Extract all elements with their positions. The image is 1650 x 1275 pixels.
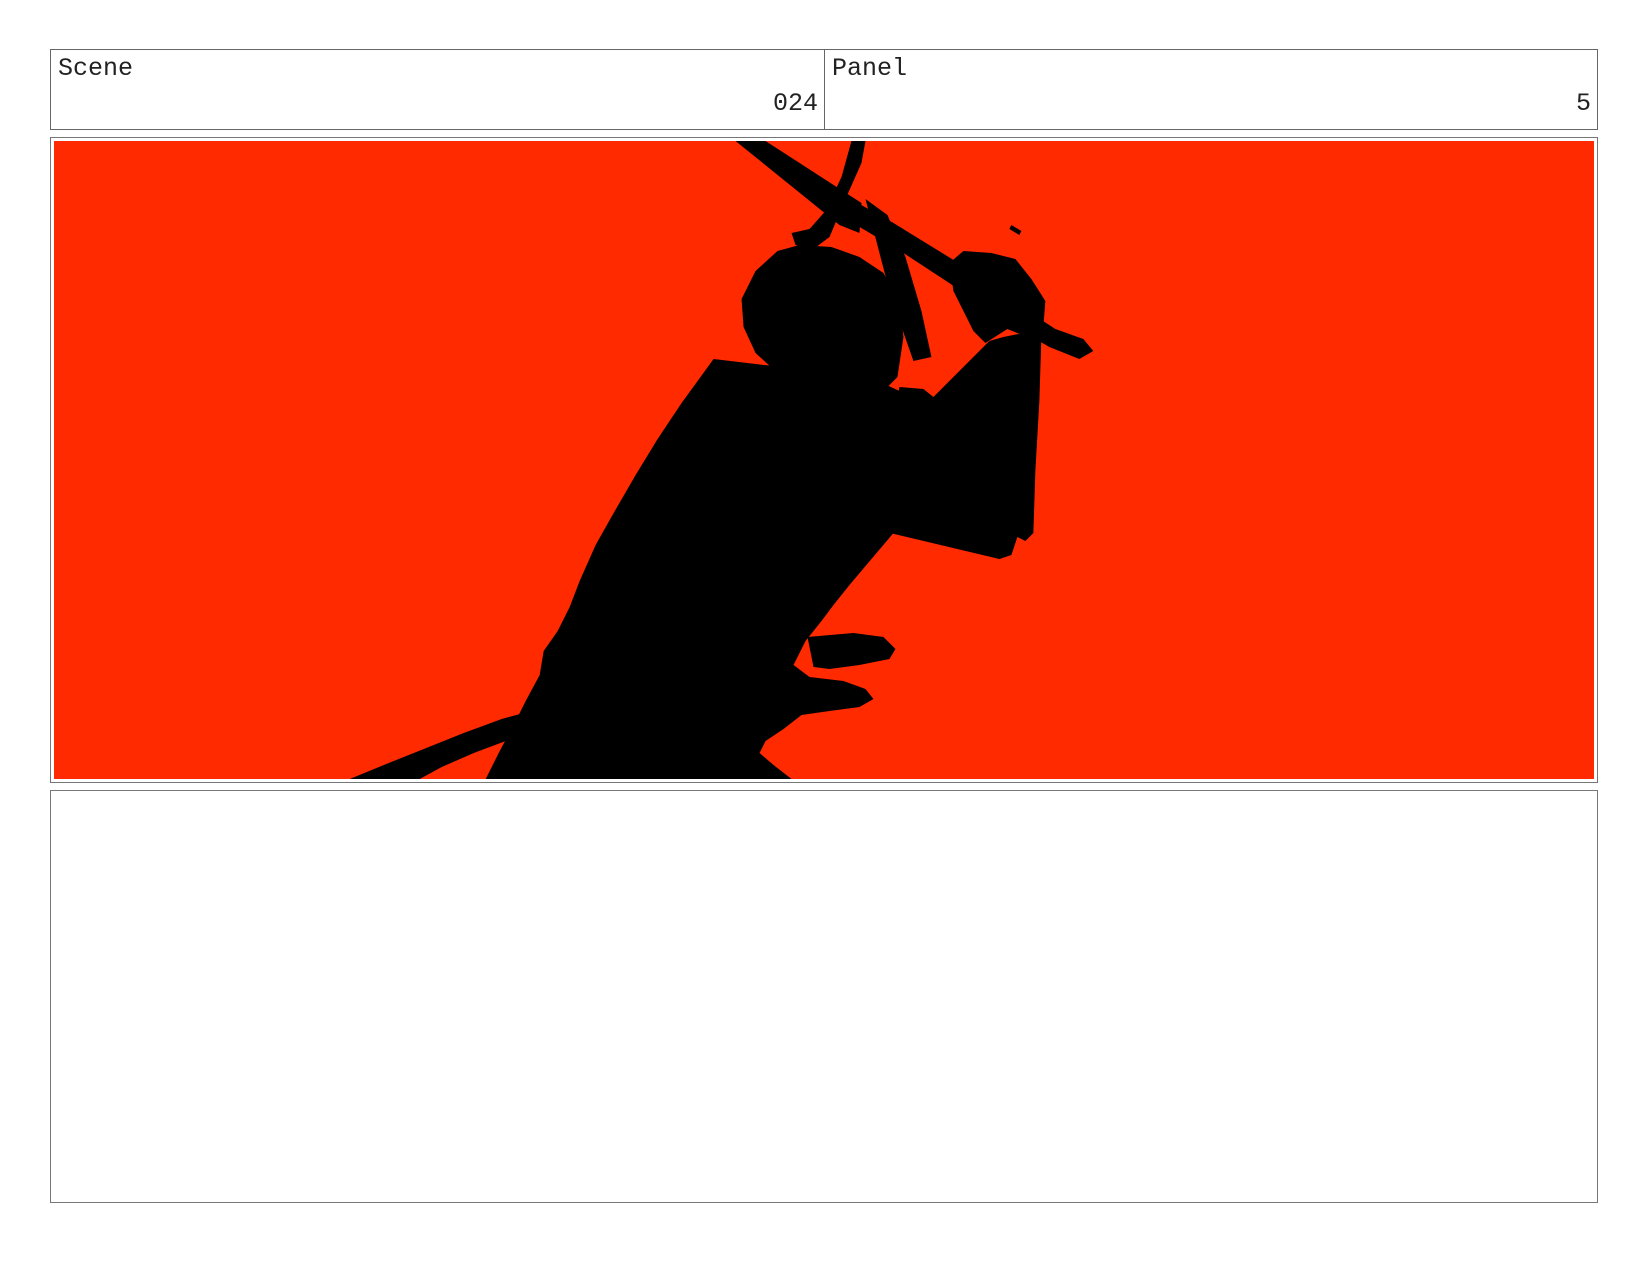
panel-header: Scene 024 Panel 5 [50, 49, 1598, 130]
scene-cell: Scene 024 [51, 50, 824, 129]
panel-number: 5 [1575, 89, 1591, 118]
panel-label: Panel [832, 54, 908, 83]
samurai-silhouette-illustration [54, 141, 1594, 779]
panel-cell: Panel 5 [824, 50, 1597, 129]
notes-area[interactable] [50, 790, 1598, 1203]
scene-label: Scene [58, 54, 134, 83]
scene-number: 024 [772, 89, 818, 118]
storyboard-frame [50, 137, 1598, 783]
